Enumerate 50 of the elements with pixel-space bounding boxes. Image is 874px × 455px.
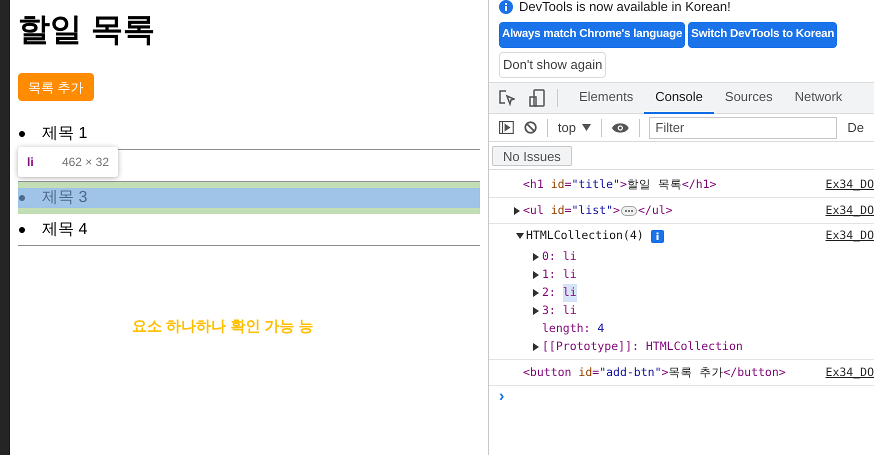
caret-right-icon[interactable] <box>532 343 540 351</box>
caption-text: 요소 하나하나 확인 가능 능 <box>132 317 314 338</box>
console-prompt[interactable]: › <box>499 385 504 409</box>
inspect-tooltip: li 462 × 32 <box>18 147 118 177</box>
console-element-text: <button id="add-btn">목록 추가</button> <box>523 364 786 381</box>
banner-message: DevTools is now available in Korean! <box>519 0 731 16</box>
caret-down-icon[interactable] <box>516 232 524 240</box>
sidebar-toggle-icon[interactable] <box>499 120 514 135</box>
property-row[interactable]: 0: li <box>532 248 577 266</box>
levels-dropdown[interactable]: De <box>847 118 864 138</box>
banner-button[interactable]: Don't show again <box>499 52 606 78</box>
property-row[interactable]: 2: li <box>532 284 577 302</box>
banner-button[interactable]: Switch DevTools to Korean <box>688 22 838 48</box>
source-link[interactable]: Ex34_DO <box>826 202 874 220</box>
devtools-tab[interactable]: Network <box>784 82 854 114</box>
item-text: 제목 4 <box>42 220 88 240</box>
info-icon <box>650 230 664 242</box>
caret-down-icon <box>582 124 591 131</box>
devtools-tab[interactable]: Elements <box>568 82 644 114</box>
property-row[interactable]: [[Prototype]]: HTMLCollection <box>532 338 743 356</box>
property-row[interactable]: 1: li <box>532 266 577 284</box>
clear-icon[interactable] <box>524 120 538 135</box>
source-link[interactable]: Ex34_DO <box>826 227 874 245</box>
source-link[interactable]: Ex34_DO <box>826 176 874 194</box>
source-link[interactable]: Ex34_DO <box>826 364 874 382</box>
devtools-tab[interactable]: Sources <box>714 82 784 114</box>
bullet-icon <box>19 130 25 137</box>
collection-label[interactable]: HTMLCollection(4) <box>526 227 644 245</box>
console-element-text: <h1 id="title">할일 목록</h1> <box>523 176 716 193</box>
console-element-text: <ul id="list"> </ul> <box>523 202 673 219</box>
issues-button[interactable]: No Issues <box>492 146 572 166</box>
item-text: 제목 1 <box>42 124 88 144</box>
property-row[interactable]: 3: li <box>532 302 577 320</box>
caret-right-icon[interactable] <box>532 289 540 297</box>
banner-button[interactable]: Always match Chrome's language <box>499 22 686 48</box>
inspect-icon[interactable] <box>499 90 515 106</box>
eye-icon[interactable] <box>612 122 628 134</box>
property-row-text: length: 4 <box>541 320 604 338</box>
caret-right-icon[interactable] <box>532 307 540 315</box>
caret-right-icon[interactable] <box>532 253 540 261</box>
caret-right-icon[interactable] <box>513 206 521 214</box>
page-title: 할일 목록 <box>18 10 155 48</box>
item-text: 제목 3 <box>42 188 88 208</box>
bullet-icon <box>19 195 25 202</box>
caret-right-icon[interactable] <box>532 271 540 279</box>
device-icon[interactable] <box>529 89 545 107</box>
context-dropdown[interactable]: top <box>558 118 591 138</box>
filter-field[interactable]: Filter <box>649 116 838 138</box>
bullet-icon <box>19 226 25 233</box>
ellipsis-icon[interactable] <box>620 206 637 216</box>
